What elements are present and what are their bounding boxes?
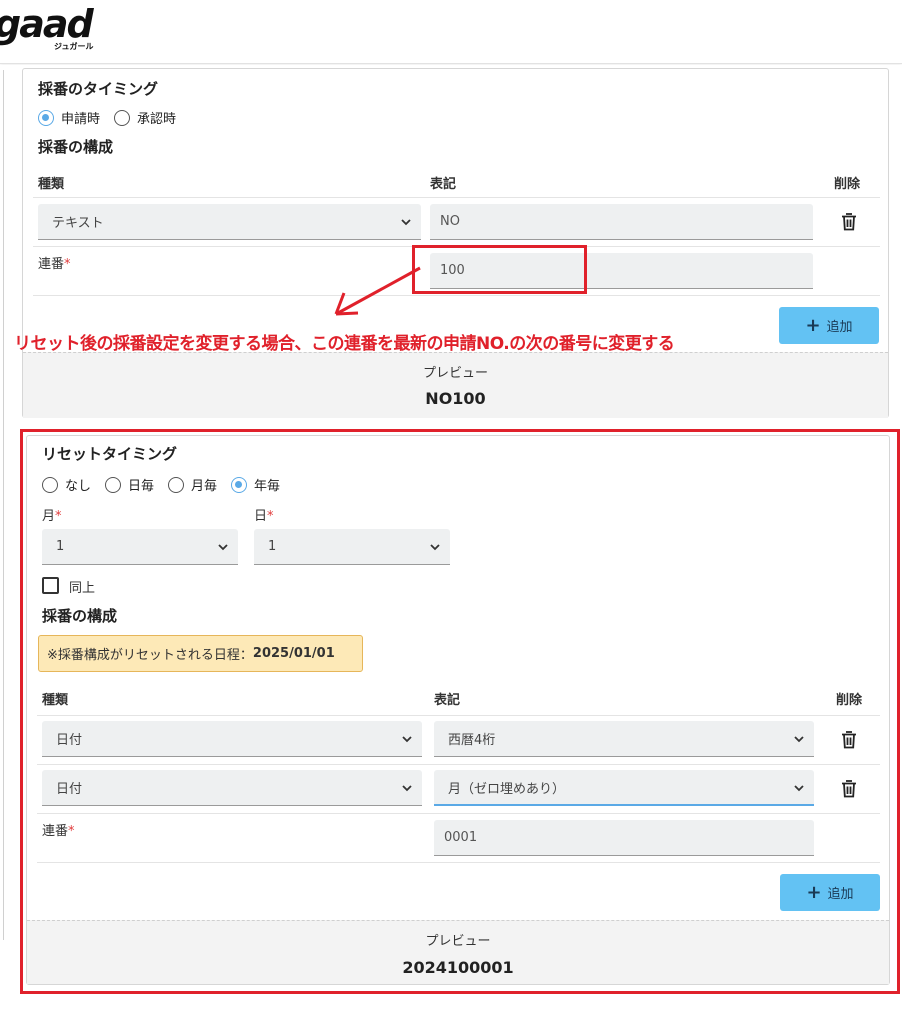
chevron-down-icon (401, 219, 411, 226)
radio-on-approval[interactable]: 承認時 (114, 108, 176, 127)
row1-notation-value: NO (440, 214, 460, 229)
numbering-timing-radio-group: 申請時 承認時 (38, 108, 190, 127)
serial-number-label: 連番* (38, 253, 71, 272)
table-header-divider (33, 197, 880, 198)
logo[interactable]: gaad (0, 2, 94, 46)
radio-on-approval-circle[interactable] (114, 109, 131, 126)
radio-on-application-circle[interactable] (38, 109, 54, 126)
row1-type-select[interactable]: テキスト (38, 204, 421, 240)
annotation-arrow-icon (334, 266, 421, 316)
preview-label: プレビュー (422, 366, 488, 381)
row1-notation-input[interactable]: NO (430, 204, 813, 240)
row-divider (33, 295, 880, 296)
add-row-button[interactable]: + 追加 (779, 307, 879, 344)
radio-on-approval-label: 承認時 (137, 112, 177, 127)
sidebar-divider (3, 70, 4, 940)
column-notation-label: 表記 (430, 177, 457, 192)
app-header: gaad ジュガール (0, 0, 902, 64)
serial-number-label-text: 連番 (38, 257, 65, 272)
annotation-highlight-frame (20, 429, 900, 994)
radio-on-application-label: 申請時 (61, 112, 101, 127)
annotation-highlight-box (412, 245, 587, 294)
preview-panel: プレビュー NO100 (23, 352, 888, 418)
plus-icon: + (805, 314, 821, 336)
logo-subtitle: ジュガール (54, 42, 94, 51)
preview-value: NO100 (425, 389, 486, 408)
column-type-label: 種類 (38, 177, 65, 192)
annotation-text: リセット後の採番設定を変更する場合、この連番を最新の申請NO.の次の番号に変更す… (14, 334, 675, 354)
add-button-label: 追加 (826, 320, 853, 335)
required-mark: * (64, 257, 71, 272)
column-delete-label: 削除 (834, 177, 861, 192)
radio-on-application[interactable]: 申請時 (38, 108, 100, 127)
numbering-settings-card: 採番のタイミング 申請時 承認時 採番の構成 種類 表記 削除 テキスト NO … (22, 68, 889, 418)
numbering-timing-title: 採番のタイミング (38, 80, 159, 98)
composition-title: 採番の構成 (38, 138, 114, 156)
trash-icon[interactable] (841, 213, 857, 231)
row1-type-value: テキスト (52, 216, 104, 231)
